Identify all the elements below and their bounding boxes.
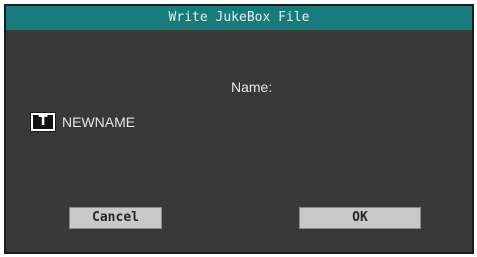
write-jukebox-dialog: Write JukeBox File Name: T NEWNAME Cance… — [4, 4, 474, 254]
dialog-title: Write JukeBox File — [6, 6, 472, 30]
text-edit-icon: T — [33, 115, 53, 129]
ok-button[interactable]: OK — [299, 207, 421, 229]
cancel-button[interactable]: Cancel — [69, 207, 162, 229]
name-label: Name: — [231, 79, 273, 95]
text-edit-button[interactable]: T — [30, 112, 56, 132]
name-field[interactable]: NEWNAME — [62, 114, 135, 130]
